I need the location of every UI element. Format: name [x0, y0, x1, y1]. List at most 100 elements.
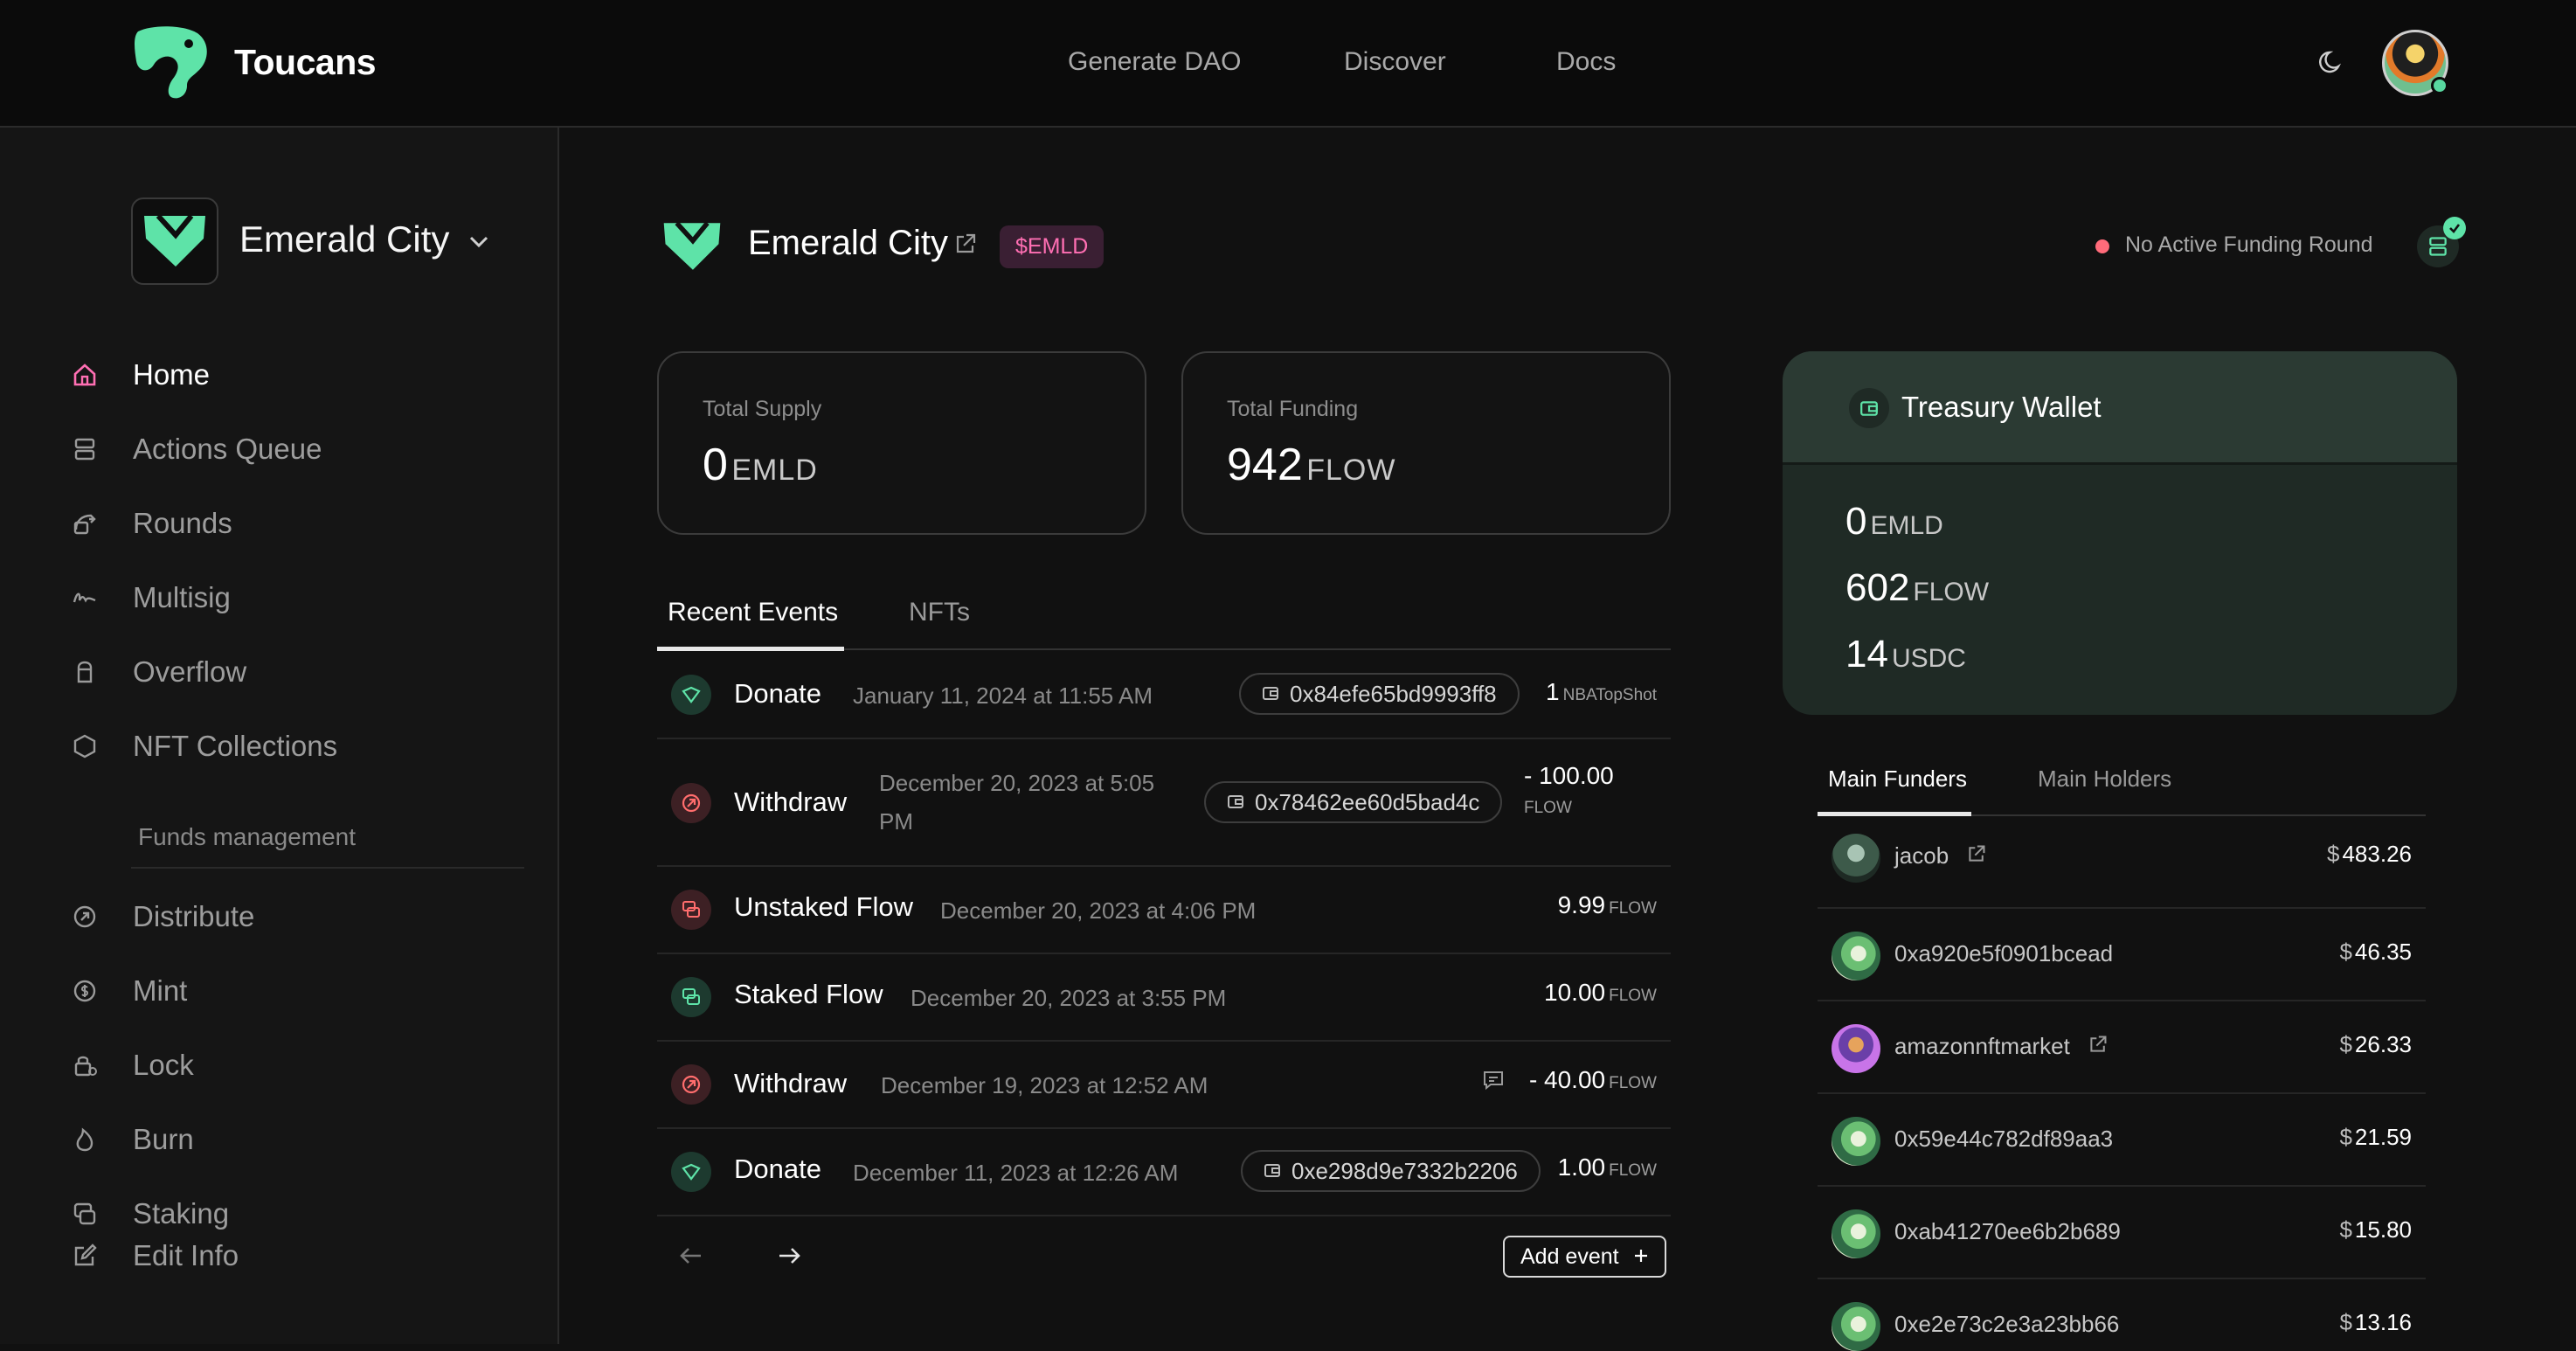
wallet-icon: [1264, 1158, 1281, 1185]
event-date: December 11, 2023 at 12:26 AM: [853, 1160, 1179, 1186]
amount-value: 15.80: [2354, 1216, 2412, 1243]
nav-generate-dao[interactable]: Generate DAO: [1068, 47, 1241, 77]
sidebar-item-multisig[interactable]: Multisig: [73, 576, 231, 620]
sidebar-item-nft-collections[interactable]: NFT Collections: [73, 724, 337, 768]
funder-amount: $13.16: [2339, 1309, 2412, 1336]
sidebar-item-home[interactable]: Home: [73, 353, 210, 397]
funder-row[interactable]: jacob $483.26: [1818, 816, 2426, 909]
funder-row[interactable]: 0xa920e5f0901bcead $46.35: [1818, 909, 2426, 1001]
overflow-icon: [70, 657, 100, 687]
funder-row[interactable]: 0xe2e73c2e3a23bb66 $13.16: [1818, 1279, 2426, 1351]
sidebar-item-staking[interactable]: Staking: [73, 1192, 230, 1236]
moon-icon[interactable]: [2319, 49, 2345, 80]
flame-icon: [70, 1125, 100, 1154]
event-type: Donate: [734, 678, 821, 709]
sidebar-item-label: Rounds: [133, 507, 232, 539]
amount-unit: FLOW: [1524, 799, 1572, 817]
amount-value: 46.35: [2354, 939, 2412, 965]
tab-main-funders[interactable]: Main Funders: [1828, 766, 1967, 793]
amount-value: 26.33: [2354, 1031, 2412, 1057]
balance-value: 0: [1845, 500, 1867, 543]
status-dot: [2095, 239, 2109, 253]
stat-label: Total Funding: [1227, 397, 1359, 421]
token-symbol-badge: $EMLD: [1000, 225, 1104, 268]
dao-logo[interactable]: [131, 197, 218, 285]
event-address-pill[interactable]: 0x84efe65bd9993ff8: [1239, 673, 1520, 715]
dao-header-logo: [661, 218, 724, 279]
toucans-logo-icon[interactable]: [135, 24, 211, 104]
funder-amount: $21.59: [2339, 1124, 2412, 1151]
sidebar-item-label: Mint: [133, 974, 188, 1007]
event-amount: 1.00 FLOW: [1558, 1154, 1657, 1181]
nav-docs[interactable]: Docs: [1556, 47, 1616, 77]
amount-unit: FLOW: [1609, 987, 1657, 1005]
brand-name[interactable]: Toucans: [234, 42, 377, 83]
next-page-button[interactable]: [776, 1243, 802, 1273]
event-address: 0x78462ee60d5bad4c: [1255, 788, 1480, 815]
sidebar-item-rounds[interactable]: Rounds: [73, 502, 232, 545]
sidebar-item-mint[interactable]: Mint: [73, 969, 188, 1013]
event-amount: - 40.00 FLOW: [1529, 1066, 1657, 1094]
funder-row[interactable]: 0xab41270ee6b2b689 $15.80: [1818, 1187, 2426, 1279]
avatar: [1832, 932, 1880, 980]
divider: [131, 867, 524, 869]
dao-switcher[interactable]: Emerald City: [239, 218, 489, 260]
event-address-pill[interactable]: 0xe298d9e7332b2206: [1241, 1150, 1541, 1192]
nav-discover[interactable]: Discover: [1344, 47, 1446, 77]
dao-title: Emerald City: [748, 224, 948, 262]
online-status-dot: [2431, 77, 2448, 94]
event-type: Donate: [734, 1154, 821, 1184]
sidebar-item-edit-info[interactable]: Edit Info: [74, 1234, 239, 1278]
funding-round-status: No Active Funding Round: [2125, 232, 2373, 257]
treasury-balance: 14 USDC: [1845, 633, 1966, 676]
sidebar-item-burn[interactable]: Burn: [76, 1118, 194, 1161]
comment-icon[interactable]: [1482, 1070, 1505, 1095]
stat-label: Total Supply: [703, 397, 822, 421]
previous-page-button[interactable]: [678, 1243, 704, 1273]
amount-value: 1.00: [1557, 1154, 1606, 1181]
dao-name: Emerald City: [239, 218, 450, 260]
add-event-button[interactable]: Add event: [1503, 1236, 1666, 1278]
stat-value: 942: [1227, 440, 1303, 490]
sidebar-item-distribute[interactable]: Distribute: [73, 895, 254, 939]
hexagon-icon: [70, 731, 100, 761]
event-row: Donate December 11, 2023 at 12:26 AM 0xe…: [657, 1129, 1671, 1216]
event-amount: 9.99 FLOW: [1558, 891, 1657, 919]
treasury-balance: 0 EMLD: [1845, 500, 1943, 544]
sidebar-item-label: Staking: [133, 1197, 230, 1230]
coin-icon: [70, 976, 100, 1006]
sidebar: Emerald City Home Actions Queue Rounds M…: [0, 128, 559, 1344]
donate-icon: [671, 1152, 711, 1192]
chevron-down-icon: [468, 235, 489, 253]
tab-recent-events[interactable]: Recent Events: [668, 598, 838, 627]
stat-value-group: 0 EMLD: [703, 439, 818, 491]
sidebar-item-overflow[interactable]: Overflow: [77, 650, 247, 694]
funder-row[interactable]: amazonnftmarket $26.33: [1818, 1001, 2426, 1094]
amount-unit: FLOW: [1609, 1161, 1657, 1180]
funder-name: jacob: [1894, 842, 1986, 869]
funder-name: 0xa920e5f0901bcead: [1894, 940, 2114, 966]
stat-unit: FLOW: [1306, 454, 1396, 487]
funder-row[interactable]: 0x59e44c782df89aa3 $21.59: [1818, 1094, 2426, 1187]
external-link-icon[interactable]: [2088, 1033, 2108, 1059]
sidebar-item-lock[interactable]: Lock: [74, 1043, 194, 1087]
tab-main-holders[interactable]: Main Holders: [2038, 766, 2171, 793]
external-link-icon[interactable]: [954, 232, 977, 260]
amount-value: 1: [1546, 678, 1560, 705]
tab-nfts[interactable]: NFTs: [909, 598, 970, 627]
event-type: Withdraw: [734, 1068, 848, 1098]
balance-value: 602: [1845, 566, 1910, 609]
event-type: Staked Flow: [734, 979, 883, 1009]
stat-value-group: 942 FLOW: [1227, 439, 1395, 491]
sidebar-item-label: Overflow: [133, 655, 247, 688]
event-row: Withdraw December 20, 2023 at 5:05 PM 0x…: [657, 739, 1671, 867]
sidebar-item-actions-queue[interactable]: Actions Queue: [74, 427, 322, 471]
external-link-icon[interactable]: [1967, 842, 1986, 869]
stat-value: 0: [703, 440, 728, 490]
amount-unit: FLOW: [1609, 899, 1657, 918]
wallet-icon: [1227, 789, 1244, 816]
funder-amount: $483.26: [2327, 841, 2412, 868]
event-address-pill[interactable]: 0x78462ee60d5bad4c: [1204, 781, 1503, 823]
wallet-icon: [1262, 681, 1279, 708]
avatar: [1832, 834, 1880, 883]
